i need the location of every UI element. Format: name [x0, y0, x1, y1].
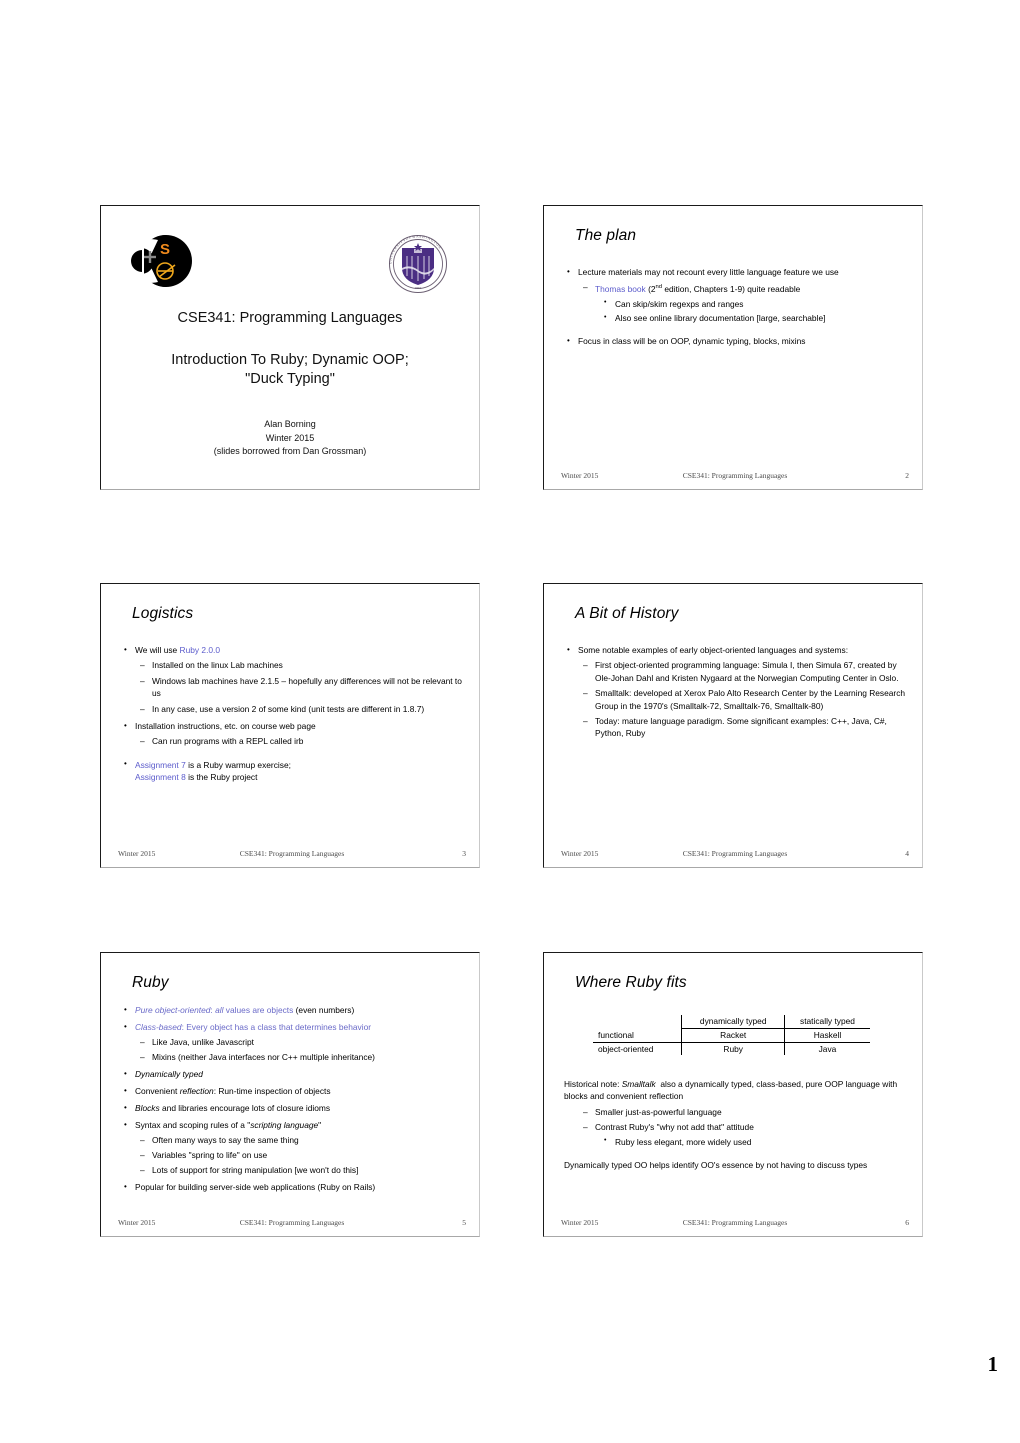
slide-footer: Winter 2015 CSE341: Programming Language…: [561, 471, 909, 483]
footer-term: Winter 2015: [118, 1218, 156, 1227]
bullet-level-3: Ruby less elegant, more widely used: [564, 1135, 910, 1148]
slide-title: Logistics: [132, 605, 194, 622]
table-row: functional Racket Haskell: [593, 1028, 870, 1043]
bullet-level-2: Mixins (neither Java interfaces nor C++ …: [121, 1051, 467, 1063]
footer-slide-number: 4: [905, 849, 909, 858]
footer-slide-number: 6: [905, 1218, 909, 1227]
slide-title: The plan: [575, 227, 637, 244]
bullet-level-2: Like Java, unlike Javascript: [121, 1036, 467, 1048]
language-matrix-table: dynamically typed statically typed functio…: [593, 1015, 870, 1056]
bullet-level-2: Today: mature language paradigm. Some si…: [564, 715, 910, 740]
bullet-level-1: Some notable examples of early object-or…: [564, 643, 910, 656]
footer-course: CSE341: Programming Languages: [239, 849, 345, 858]
bullet-level-1: Convenient reflection: Run-time inspecti…: [121, 1085, 467, 1097]
bullet-level-3: Can skip/skim regexps and ranges: [564, 297, 910, 310]
author-term: Winter 2015: [265, 432, 315, 443]
bullet-level-1: We will use Ruby 2.0.0: [121, 643, 467, 656]
slide-body: Pure object-oriented: all values are obj…: [121, 999, 467, 1193]
author-credit: (slides borrowed from Dan Grossman): [213, 446, 367, 456]
bullet-level-2: Variables "spring to life" on use: [121, 1149, 467, 1161]
handout-page: S U N I V E R S I T Y O F W A S H I N G …: [0, 0, 1020, 1443]
footer-course: CSE341: Programming Languages: [682, 471, 788, 480]
footer-term: Winter 2015: [561, 849, 599, 858]
table-row-header: object-oriented: [598, 1043, 654, 1054]
bullet-level-1: Installation instructions, etc. on cours…: [121, 720, 467, 733]
slide-3-logistics: Logistics We will use Ruby 2.0.0 Installe…: [100, 583, 480, 868]
slide-footer: Winter 2015 CSE341: Programming Language…: [118, 849, 466, 861]
footer-course: CSE341: Programming Languages: [239, 1218, 345, 1227]
slide-6-where-ruby-fits: Where Ruby fits dynamically typed statica…: [543, 952, 923, 1237]
table-cell: Haskell: [783, 1028, 870, 1043]
footer-slide-number: 3: [462, 849, 466, 858]
slide-body: We will use Ruby 2.0.0 Installed on the l…: [121, 639, 467, 784]
bullet-level-1: Pure object-oriented: all values are obj…: [121, 1004, 467, 1016]
footer-course: CSE341: Programming Languages: [682, 1218, 788, 1227]
bullet-level-2: Thomas book (2nd edition, Chapters 1-9) …: [564, 281, 910, 295]
bullet-level-1: Lecture materials may not recount every …: [564, 265, 910, 278]
slide-title: Where Ruby fits: [575, 974, 687, 991]
table-cell: Java: [783, 1042, 870, 1056]
slide-title: A Bit of History: [575, 605, 679, 622]
bullet-level-1: Popular for building server-side web app…: [121, 1181, 467, 1193]
table-row-header: functional: [593, 1028, 682, 1043]
bullet-level-2: Smaller just-as-powerful language: [564, 1106, 910, 1119]
lecture-title: Introduction To Ruby; Dynamic OOP; "Duck…: [101, 351, 479, 389]
bullet-level-2: Can run programs with a REPL called irb: [121, 735, 467, 748]
cse-logo-icon: S: [128, 230, 196, 292]
author-block: Alan Borning Winter 2015 (slides borrowe…: [101, 418, 479, 459]
bullet-level-1: Focus in class will be on OOP, dynamic t…: [564, 335, 910, 348]
bullet-level-2: Windows lab machines have 2.1.5 – hopefu…: [121, 675, 467, 700]
slide-1-title: S U N I V E R S I T Y O F W A S H I N G …: [100, 205, 480, 490]
bullet-level-2: Contrast Ruby's "why not add that" attit…: [564, 1121, 910, 1134]
lecture-title-line-1: Introduction To Ruby; Dynamic OOP;: [171, 352, 409, 368]
bullet-level-3: Also see online library documentation [l…: [564, 311, 910, 324]
slide-title: Ruby: [132, 974, 169, 991]
footer-slide-number: 2: [905, 471, 909, 480]
table-column-header: statically typed: [783, 1015, 870, 1029]
svg-text:S: S: [160, 241, 170, 258]
bullet-level-2: In any case, use a version 2 of some kin…: [121, 703, 467, 716]
bullet-level-1: Dynamically typed: [121, 1068, 467, 1080]
svg-text:1861: 1861: [415, 286, 422, 290]
bullet-level-2: First object-oriented programming langua…: [564, 659, 910, 684]
table-row: object-oriented Ruby Java: [593, 1042, 870, 1056]
lecture-title-line-2: "Duck Typing": [245, 371, 335, 387]
paragraph: Dynamically typed OO helps identify OO's…: [564, 1160, 868, 1171]
slide-body: Some notable examples of early object-or…: [564, 639, 910, 740]
footer-course: CSE341: Programming Languages: [682, 849, 788, 858]
slide-5-ruby: Ruby Pure object-oriented: all values ar…: [100, 952, 480, 1237]
bullet-level-1: Syntax and scoping rules of a "scripting…: [121, 1119, 467, 1131]
course-title: CSE341: Programming Languages: [177, 310, 403, 326]
slide-body: Lecture materials may not recount every …: [564, 261, 910, 348]
author-name: Alan Borning: [264, 419, 316, 429]
slide-footer: Winter 2015 CSE341: Programming Language…: [561, 849, 909, 861]
slide-notes: Historical note: Smalltalk also a dynami…: [564, 1073, 910, 1171]
uw-seal-icon: U N I V E R S I T Y O F W A S H I N G T …: [388, 234, 448, 294]
bullet-level-2: Installed on the linux Lab machines: [121, 659, 467, 672]
slide-2-the-plan: The plan Lecture materials may not recou…: [543, 205, 923, 490]
bullet-level-2: Often many ways to say the same thing: [121, 1134, 467, 1146]
footer-term: Winter 2015: [561, 471, 599, 480]
table-body: dynamically typed statically typed functio…: [593, 1015, 870, 1056]
slide-4-a-bit-of-history: A Bit of History Some notable examples o…: [543, 583, 923, 868]
table-cell: Racket: [681, 1028, 785, 1043]
table-column-header: dynamically typed: [681, 1015, 785, 1029]
slide-footer: Winter 2015 CSE341: Programming Language…: [561, 1218, 909, 1230]
table-corner-cell: [593, 1015, 682, 1028]
table-cell: Ruby: [681, 1042, 785, 1056]
bullet-level-1: Assignment 7 is a Ruby warmup exercise;A…: [121, 758, 467, 784]
paragraph: Historical note: Smalltalk also a dynami…: [564, 1079, 898, 1102]
bullet-level-1: Class-based: Every object has a class th…: [121, 1021, 467, 1033]
table-header-row: dynamically typed statically typed: [593, 1015, 870, 1029]
bullet-level-2: Lots of support for string manipulation …: [121, 1164, 467, 1176]
page-number: 1: [987, 1352, 999, 1376]
bullet-level-2: Smalltalk: developed at Xerox Palo Alto …: [564, 687, 910, 712]
footer-term: Winter 2015: [118, 849, 156, 858]
slide-footer: Winter 2015 CSE341: Programming Language…: [118, 1218, 466, 1230]
bullet-level-1: Blocks and libraries encourage lots of c…: [121, 1102, 467, 1114]
footer-term: Winter 2015: [561, 1218, 599, 1227]
footer-slide-number: 5: [462, 1218, 466, 1227]
